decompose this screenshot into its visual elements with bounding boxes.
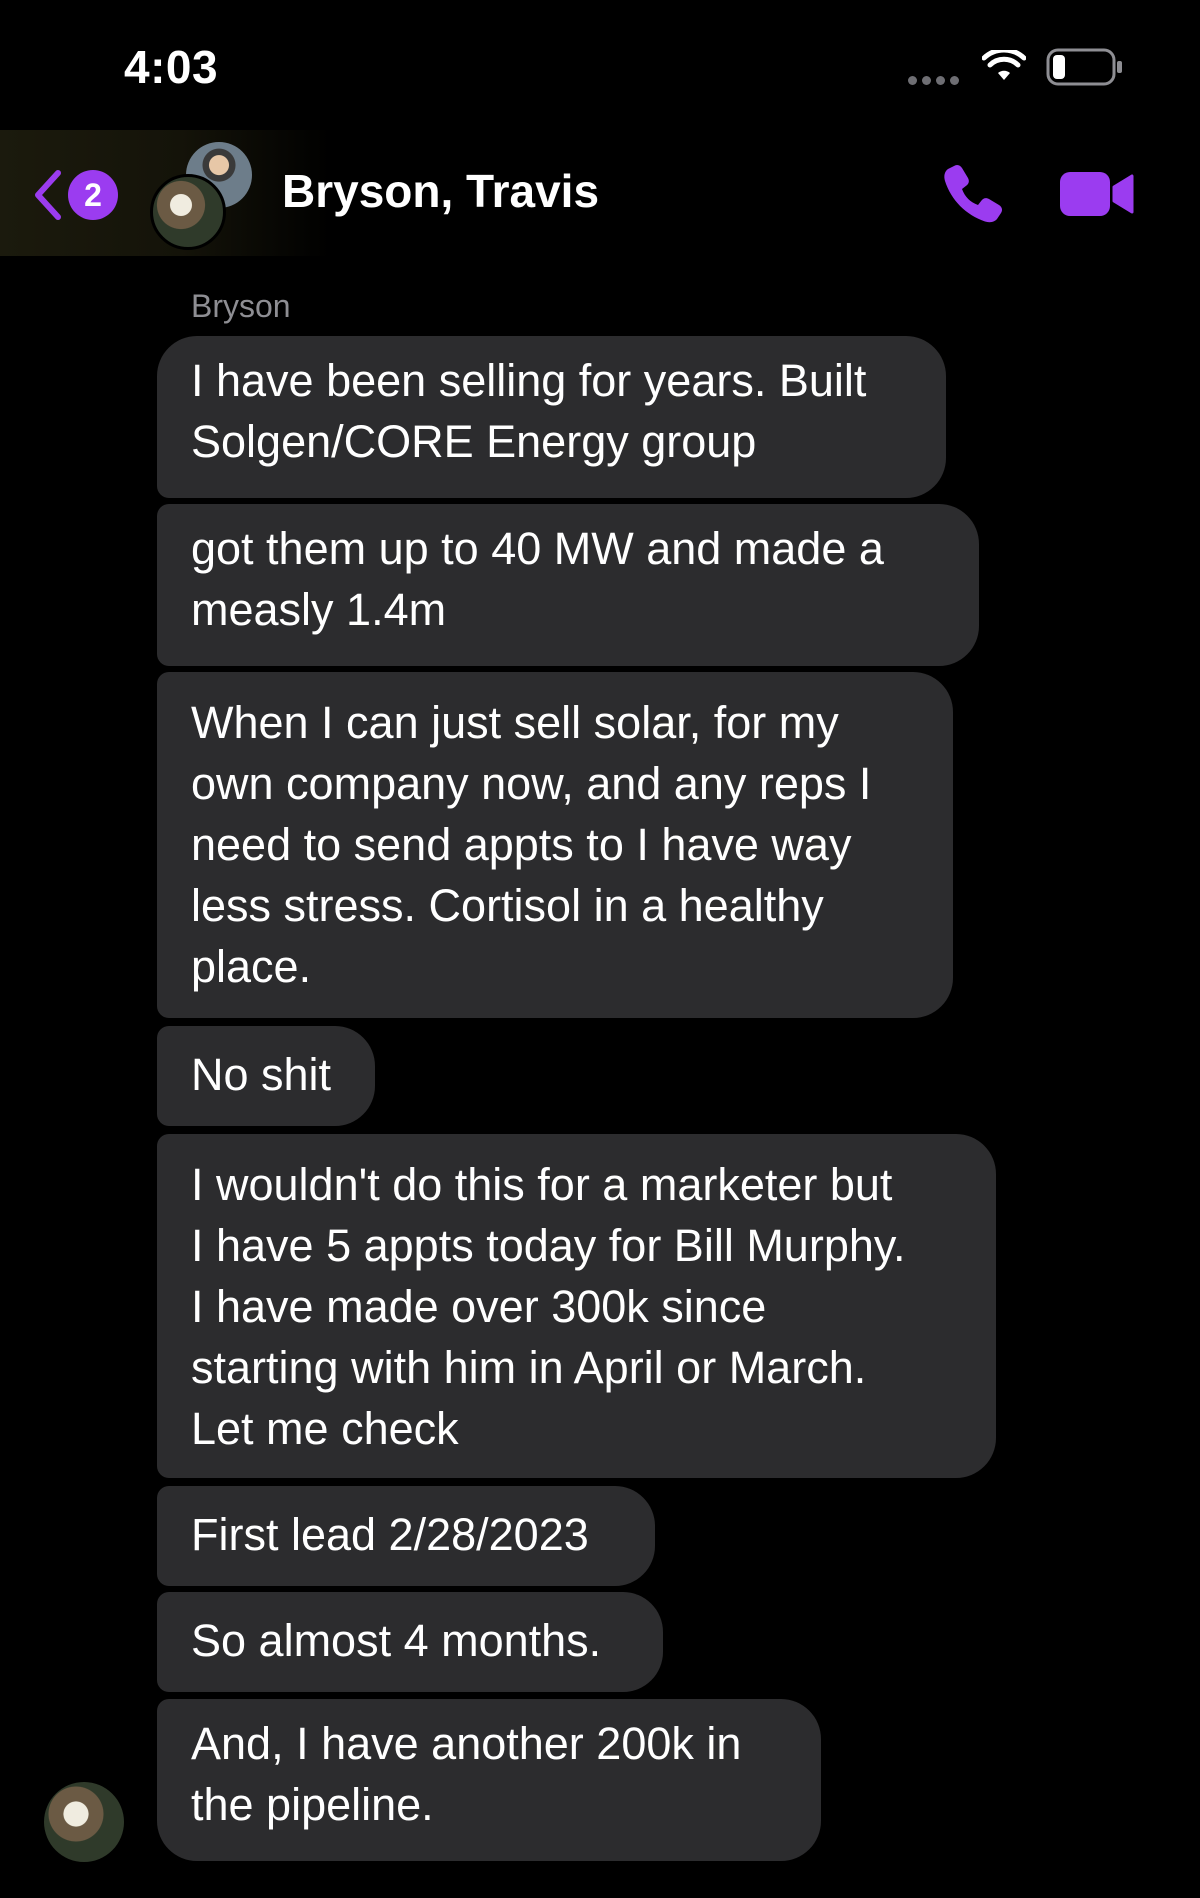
message-bubble[interactable]: No shit [157,1026,375,1126]
sender-avatar[interactable] [44,1782,124,1862]
conversation-header: 2 Bryson, Travis [0,130,1200,256]
message-bubble[interactable]: I wouldn't do this for a marketer but I … [157,1134,996,1478]
message-bubble[interactable]: I have been selling for years. Built Sol… [157,336,946,498]
wifi-icon [982,50,1026,80]
phone-icon[interactable] [940,160,1006,226]
status-time: 4:03 [124,41,219,93]
message-bubble[interactable]: got them up to 40 MW and made a measly 1… [157,504,979,666]
back-button[interactable]: 2 [30,160,130,230]
group-avatar[interactable] [150,142,256,250]
cellular-signal-icon [908,76,964,86]
chevron-left-icon [35,170,61,220]
message-bubble[interactable]: When I can just sell solar, for my own c… [157,672,953,1018]
unread-count-badge: 2 [68,170,118,220]
message-bubble[interactable]: So almost 4 months. [157,1592,663,1692]
message-bubble[interactable]: And, I have another 200k in the pipeline… [157,1699,821,1861]
status-bar: 4:03 [0,0,1200,130]
video-camera-icon[interactable] [1058,168,1136,220]
avatar-bryson [150,174,226,250]
message-bubble[interactable]: First lead 2/28/2023 [157,1486,655,1586]
sender-name: Bryson [191,288,291,324]
conversation-title[interactable]: Bryson, Travis [282,164,599,218]
battery-icon [1046,48,1122,86]
